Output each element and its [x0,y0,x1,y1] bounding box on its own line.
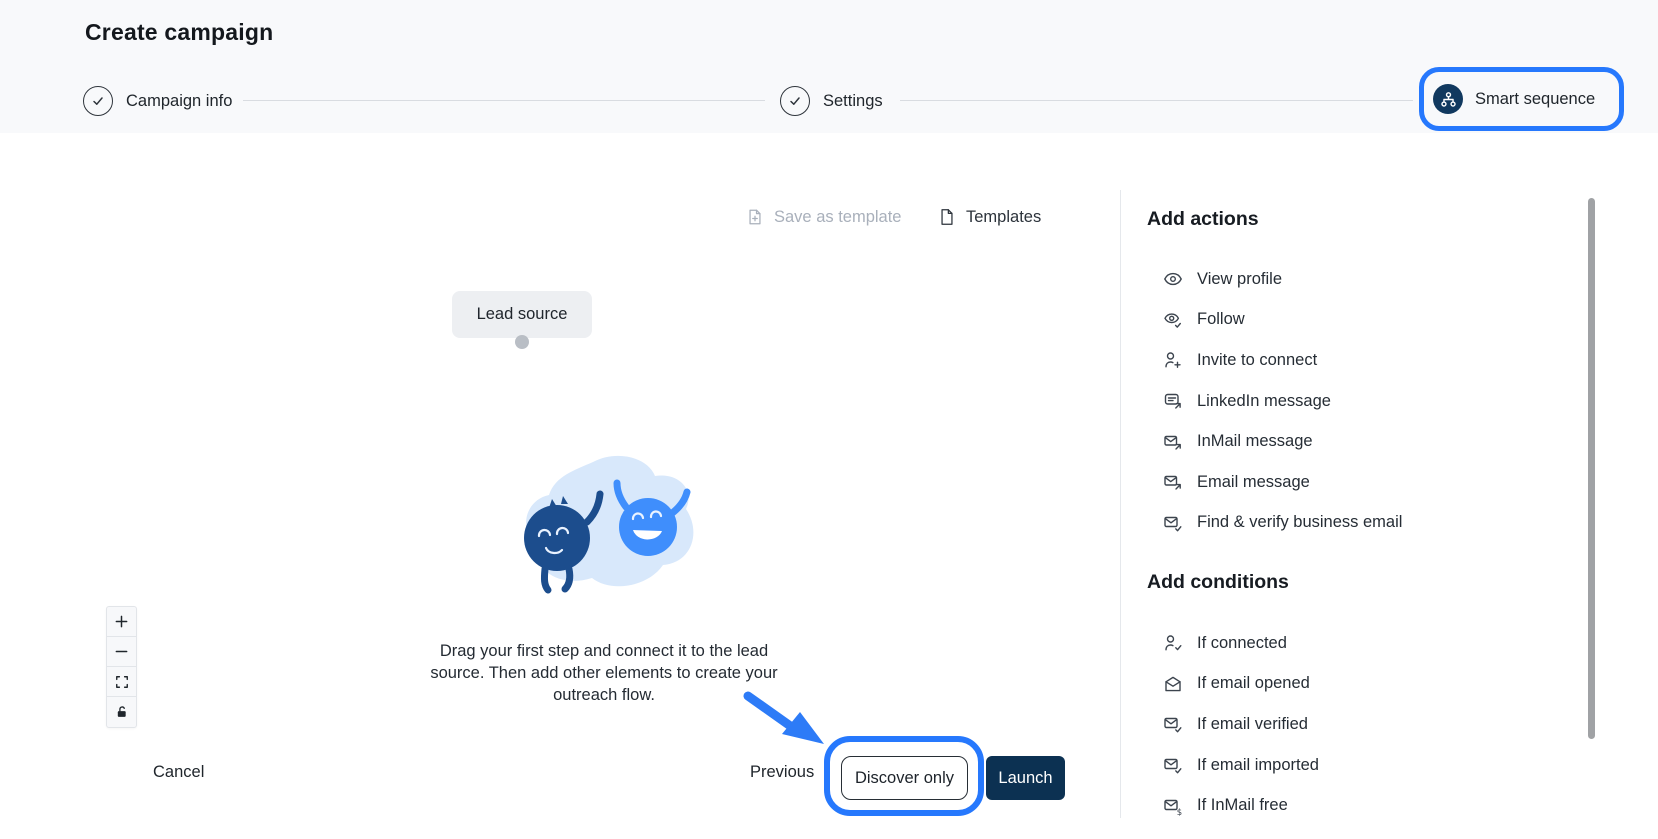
save-as-template-label: Save as template [774,208,902,227]
envelope-check-icon [1163,513,1183,533]
canvas-hint-text: Drag your first step and connect it to t… [424,640,784,706]
envelope-arrow-icon [1163,472,1183,492]
add-conditions-heading: Add conditions [1147,571,1289,594]
step-label: Settings [823,92,883,111]
sidebar-item-linkedin-message[interactable]: LinkedIn message [1163,381,1402,422]
sidebar-item-follow[interactable]: Follow [1163,300,1402,341]
lock-open-icon [115,705,129,719]
person-plus-icon [1163,350,1183,370]
envelope-check-icon [1163,755,1183,775]
sidebar-item-invite-to-connect[interactable]: Invite to connect [1163,340,1402,381]
zoom-in-icon [114,614,129,629]
actions-list: View profile Follow Invite to connect Li… [1163,259,1402,543]
step-label: Smart sequence [1475,90,1595,109]
envelope-open-icon [1163,674,1183,694]
sidebar-item-if-email-imported[interactable]: If email imported [1163,745,1319,786]
zoom-out-icon [114,644,129,659]
discover-only-button[interactable]: Discover only [841,756,968,800]
sidebar-item-if-email-opened[interactable]: If email opened [1163,664,1319,705]
lead-source-node[interactable]: Lead source [452,291,592,338]
save-as-template-button[interactable]: Save as template [746,205,902,229]
file-icon [938,208,956,226]
stepper-connector [243,100,765,101]
step-campaign-info[interactable]: Campaign info [83,86,232,116]
sidebar-divider [1120,190,1121,818]
cancel-button[interactable]: Cancel [153,763,204,782]
page-title: Create campaign [85,19,273,46]
lead-source-connector-dot [515,335,529,349]
person-check-icon [1163,633,1183,653]
previous-button[interactable]: Previous [750,763,814,782]
envelope-check-icon [1163,714,1183,734]
sidebar-item-if-inmail-free[interactable]: $ If InMail free [1163,785,1319,826]
zoom-button-lock-open[interactable] [107,697,136,727]
chat-arrow-icon [1163,391,1183,411]
sidebar-item-inmail-message[interactable]: InMail message [1163,421,1402,462]
launch-button[interactable]: Launch [986,756,1065,800]
sidebar-item-if-email-verified[interactable]: If email verified [1163,704,1319,745]
eye-check-icon [1163,310,1183,330]
sidebar-item-view-profile[interactable]: View profile [1163,259,1402,300]
envelope-arrow-icon [1163,432,1183,452]
check-circle-icon [780,86,810,116]
empty-state-illustration [505,448,705,608]
stepper-connector [900,100,1413,101]
check-circle-icon [83,86,113,116]
step-label: Campaign info [126,92,232,111]
sidebar-item-find-verify-business-email[interactable]: Find & verify business email [1163,503,1402,544]
scrollbar-thumb[interactable] [1588,198,1595,739]
svg-text:$: $ [1177,808,1182,816]
conditions-list: If connected If email opened If email ve… [1163,623,1319,826]
envelope-dollar-icon: $ [1163,796,1183,816]
fit-view-icon [115,675,129,689]
sidebar-item-email-message[interactable]: Email message [1163,462,1402,503]
add-actions-heading: Add actions [1147,208,1259,231]
step-smart-sequence[interactable]: Smart sequence [1433,84,1595,114]
zoom-button-zoom-in[interactable] [107,607,136,637]
step-settings[interactable]: Settings [780,86,883,116]
templates-button[interactable]: Templates [938,205,1041,229]
zoom-button-zoom-out[interactable] [107,637,136,667]
file-plus-icon [746,208,764,226]
create-campaign-page: Create campaign Campaign info Settings [0,0,1658,839]
header: Create campaign Campaign info Settings [0,0,1658,133]
zoom-button-fit-view[interactable] [107,667,136,697]
templates-label: Templates [966,208,1041,227]
canvas-zoom-controls [106,606,137,728]
eye-icon [1163,269,1183,289]
sidebar-item-if-connected[interactable]: If connected [1163,623,1319,664]
sequence-icon [1433,84,1463,114]
